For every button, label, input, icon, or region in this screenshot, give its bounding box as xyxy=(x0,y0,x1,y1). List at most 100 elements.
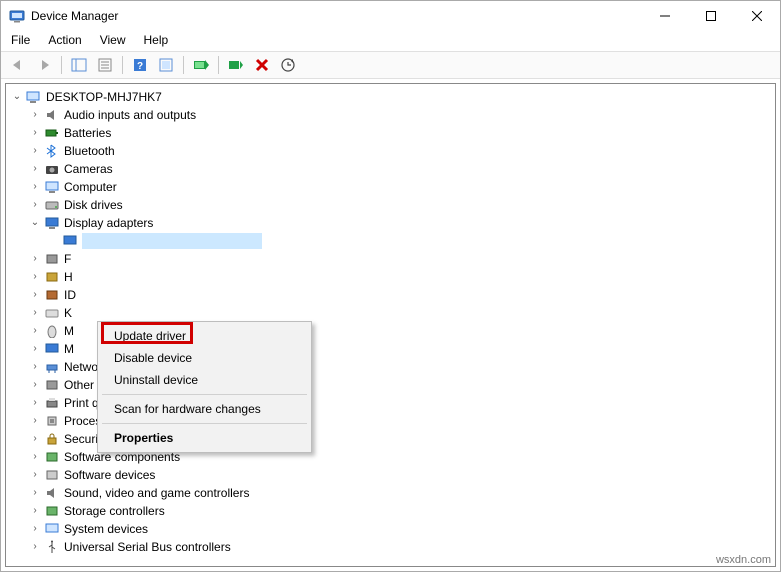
tree-label: M xyxy=(64,340,74,358)
help-toolbar-button[interactable]: ? xyxy=(128,54,152,76)
chevron-right-icon[interactable]: › xyxy=(28,450,42,464)
chevron-right-icon[interactable]: › xyxy=(28,468,42,482)
tree-label: Audio inputs and outputs xyxy=(64,106,196,124)
ctx-disable-device[interactable]: Disable device xyxy=(100,347,309,369)
computer-icon xyxy=(26,89,42,105)
chevron-right-icon[interactable]: › xyxy=(28,486,42,500)
tree-item-system[interactable]: ›System devices xyxy=(6,520,775,538)
storage-icon xyxy=(44,503,60,519)
tree-label: Cameras xyxy=(64,160,113,178)
watermark: wsxdn.com xyxy=(716,554,771,566)
chevron-right-icon[interactable]: › xyxy=(28,162,42,176)
tree-item-selected-display-device[interactable] xyxy=(6,232,775,250)
tree-item-display-adapters[interactable]: ⌄ Display adapters xyxy=(6,214,775,232)
chevron-right-icon[interactable]: › xyxy=(28,414,42,428)
uninstall-device-toolbar-button[interactable] xyxy=(250,54,274,76)
display-icon xyxy=(62,233,78,249)
root-label: DESKTOP-MHJ7HK7 xyxy=(46,88,162,106)
ctx-update-driver[interactable]: Update driver xyxy=(100,325,309,347)
tree-label: Software devices xyxy=(64,466,155,484)
chevron-right-icon[interactable]: › xyxy=(28,108,42,122)
device-icon xyxy=(44,251,60,267)
chevron-right-icon[interactable]: › xyxy=(28,360,42,374)
chevron-right-icon[interactable]: › xyxy=(28,522,42,536)
tree-label: M xyxy=(64,322,74,340)
tree-label: Computer xyxy=(64,178,117,196)
menu-help[interactable]: Help xyxy=(144,33,169,47)
chevron-down-icon[interactable]: ⌄ xyxy=(28,216,42,230)
tree-label: Storage controllers xyxy=(64,502,165,520)
tree-item-cameras[interactable]: › Cameras xyxy=(6,160,775,178)
scan-hardware-toolbar-button[interactable] xyxy=(276,54,300,76)
mouse-icon xyxy=(44,323,60,339)
component-icon xyxy=(44,449,60,465)
selected-device xyxy=(82,233,262,249)
chevron-right-icon[interactable]: › xyxy=(28,306,42,320)
tree-item-batteries[interactable]: › Batteries xyxy=(6,124,775,142)
chevron-right-icon[interactable]: › xyxy=(28,252,42,266)
window-title: Device Manager xyxy=(31,9,642,23)
tree-item[interactable]: ›K xyxy=(6,304,775,322)
tree-item-computer[interactable]: › Computer xyxy=(6,178,775,196)
device-icon xyxy=(44,269,60,285)
chevron-right-icon[interactable]: › xyxy=(28,144,42,158)
app-icon xyxy=(9,8,25,24)
enable-device-toolbar-button[interactable] xyxy=(224,54,248,76)
display-icon xyxy=(44,215,60,231)
menu-file[interactable]: File xyxy=(11,33,30,47)
chevron-right-icon[interactable]: › xyxy=(28,342,42,356)
chevron-right-icon[interactable]: › xyxy=(28,126,42,140)
chevron-right-icon[interactable]: › xyxy=(28,504,42,518)
maximize-button[interactable] xyxy=(688,1,734,31)
tree-item[interactable]: ›H xyxy=(6,268,775,286)
ctx-uninstall-device[interactable]: Uninstall device xyxy=(100,369,309,391)
update-driver-toolbar-button[interactable] xyxy=(189,54,213,76)
computer-icon xyxy=(44,179,60,195)
chevron-right-icon[interactable]: › xyxy=(28,324,42,338)
ctx-separator xyxy=(102,423,307,424)
properties-toolbar-button[interactable] xyxy=(93,54,117,76)
tree-item-disk-drives[interactable]: ›Disk drives xyxy=(6,196,775,214)
chevron-right-icon[interactable]: › xyxy=(28,270,42,284)
svg-text:?: ? xyxy=(137,61,143,72)
chevron-right-icon[interactable]: › xyxy=(28,180,42,194)
minimize-button[interactable] xyxy=(642,1,688,31)
tree-item-bluetooth[interactable]: ›Bluetooth xyxy=(6,142,775,160)
chevron-right-icon[interactable]: › xyxy=(28,198,42,212)
tree-item-usb[interactable]: ›Universal Serial Bus controllers xyxy=(6,538,775,556)
show-hide-tree-button[interactable] xyxy=(67,54,91,76)
tree-label: K xyxy=(64,304,72,322)
cpu-icon xyxy=(44,413,60,429)
battery-icon xyxy=(44,125,60,141)
menu-action[interactable]: Action xyxy=(48,33,81,47)
chevron-right-icon[interactable]: › xyxy=(28,396,42,410)
chevron-right-icon[interactable]: › xyxy=(28,288,42,302)
tree-label: Batteries xyxy=(64,124,111,142)
other-icon xyxy=(44,377,60,393)
camera-icon xyxy=(44,161,60,177)
tree-item[interactable]: ›F xyxy=(6,250,775,268)
forward-button[interactable] xyxy=(32,54,56,76)
back-button[interactable] xyxy=(6,54,30,76)
context-menu: Update driver Disable device Uninstall d… xyxy=(97,321,312,453)
tree-item[interactable]: ›ID xyxy=(6,286,775,304)
usb-icon xyxy=(44,539,60,555)
tree-item-audio[interactable]: › Audio inputs and outputs xyxy=(6,106,775,124)
tree-item-sw-devices[interactable]: › Software devices xyxy=(6,466,775,484)
chevron-down-icon[interactable]: ⌄ xyxy=(10,90,24,104)
tree-root[interactable]: ⌄ DESKTOP-MHJ7HK7 xyxy=(6,88,775,106)
chevron-right-icon[interactable]: › xyxy=(28,378,42,392)
close-button[interactable] xyxy=(734,1,780,31)
chevron-right-icon[interactable]: › xyxy=(28,432,42,446)
software-icon xyxy=(44,467,60,483)
ctx-scan-hardware[interactable]: Scan for hardware changes xyxy=(100,398,309,420)
action-toolbar-button[interactable] xyxy=(154,54,178,76)
ctx-properties[interactable]: Properties xyxy=(100,427,309,449)
security-icon xyxy=(44,431,60,447)
tree-item-storage[interactable]: › Storage controllers xyxy=(6,502,775,520)
menu-view[interactable]: View xyxy=(100,33,126,47)
tree-label: Display adapters xyxy=(64,214,153,232)
chevron-right-icon[interactable]: › xyxy=(28,540,42,554)
sound-icon xyxy=(44,485,60,501)
tree-item-sound[interactable]: ›Sound, video and game controllers xyxy=(6,484,775,502)
